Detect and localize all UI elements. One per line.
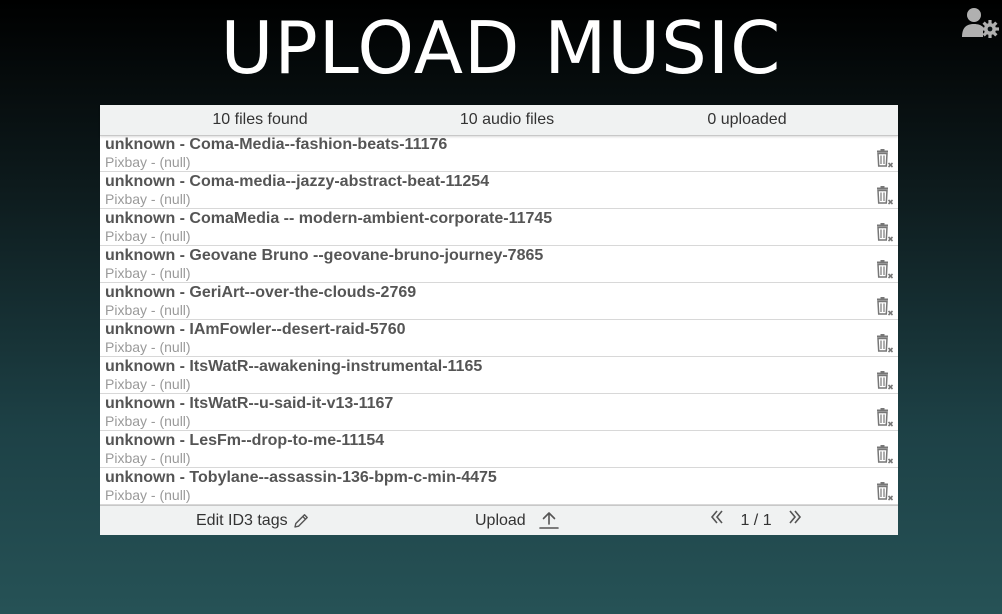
trash-delete-icon [877,260,894,279]
file-row[interactable]: unknown - GeriArt--over-the-clouds-2769 … [100,283,898,320]
edit-id3-tags-button[interactable]: Edit ID3 tags [196,506,310,536]
footer-bar: Edit ID3 tags Upload 1 / 1 [100,505,898,535]
edit-id3-tags-label: Edit ID3 tags [196,512,288,529]
delete-file-button[interactable] [876,297,894,317]
file-row[interactable]: unknown - ItsWatR--u-said-it-v13-1167 Pi… [100,394,898,431]
file-title: unknown - IAmFowler--desert-raid-5760 [105,321,406,338]
file-title: unknown - LesFm--drop-to-me-11154 [105,432,385,449]
pencil-icon [294,514,308,528]
trash-delete-icon [877,445,894,464]
file-subtitle: Pixbay - (null) [105,339,191,355]
trash-delete-icon [877,408,894,427]
file-subtitle: Pixbay - (null) [105,302,191,318]
files-found-count: 10 files found [212,111,308,128]
trash-delete-icon [877,223,894,242]
delete-file-button[interactable] [876,149,894,169]
delete-file-button[interactable] [876,371,894,391]
file-row[interactable]: unknown - LesFm--drop-to-me-11154 Pixbay… [100,431,898,468]
file-subtitle: Pixbay - (null) [105,487,191,503]
trash-delete-icon [877,371,894,390]
double-chevron-left-icon [710,510,723,524]
file-subtitle: Pixbay - (null) [105,376,191,392]
file-title: unknown - Geovane Bruno --geovane-bruno-… [105,247,544,264]
delete-file-button[interactable] [876,445,894,465]
file-row[interactable]: unknown - Geovane Bruno --geovane-bruno-… [100,246,898,283]
file-subtitle: Pixbay - (null) [105,413,191,429]
audio-files-count: 10 audio files [459,111,555,128]
file-title: unknown - ItsWatR--u-said-it-v13-1167 [105,395,394,412]
delete-file-button[interactable] [876,260,894,280]
file-subtitle: Pixbay - (null) [105,191,191,207]
delete-file-button[interactable] [876,482,894,502]
previous-page-button[interactable] [710,506,724,536]
file-list: unknown - Coma-Media--fashion-beats-1117… [100,135,898,505]
file-subtitle: Pixbay - (null) [105,154,191,170]
page-indicator: 1 / 1 [740,512,772,529]
file-title: unknown - ItsWatR--awakening-instrumenta… [105,358,483,375]
file-title: unknown - Tobylane--assassin-136-bpm-c-m… [105,469,497,486]
file-title: unknown - ComaMedia -- modern-ambient-co… [105,210,553,227]
file-title: unknown - Coma-media--jazzy-abstract-bea… [105,173,490,190]
user-settings-button[interactable] [961,7,1001,39]
upload-button[interactable]: Upload [475,506,562,536]
file-subtitle: Pixbay - (null) [105,450,191,466]
file-row[interactable]: unknown - ComaMedia -- modern-ambient-co… [100,209,898,246]
delete-file-button[interactable] [876,186,894,206]
file-row[interactable]: unknown - Coma-Media--fashion-beats-1117… [100,135,898,172]
page-title: UPLOAD MUSIC [220,6,782,90]
user-gear-icon [962,8,999,38]
delete-file-button[interactable] [876,408,894,428]
trash-delete-icon [877,297,894,316]
trash-delete-icon [877,334,894,353]
upload-icon [539,512,559,529]
file-title: unknown - GeriArt--over-the-clouds-2769 [105,284,417,301]
upload-panel: 10 files found 10 audio files 0 uploaded… [100,105,898,535]
upload-label: Upload [475,512,526,529]
trash-delete-icon [877,149,894,168]
delete-file-button[interactable] [876,334,894,354]
next-page-button[interactable] [788,506,802,536]
trash-delete-icon [877,482,894,501]
file-title: unknown - Coma-Media--fashion-beats-1117… [105,136,448,153]
file-subtitle: Pixbay - (null) [105,228,191,244]
file-row[interactable]: unknown - IAmFowler--desert-raid-5760 Pi… [100,320,898,357]
file-subtitle: Pixbay - (null) [105,265,191,281]
pagination: 1 / 1 [710,506,802,536]
file-row[interactable]: unknown - Tobylane--assassin-136-bpm-c-m… [100,468,898,505]
uploaded-count: 0 uploaded [707,111,787,128]
stats-bar: 10 files found 10 audio files 0 uploaded [100,105,898,136]
trash-delete-icon [877,186,894,205]
file-row[interactable]: unknown - ItsWatR--awakening-instrumenta… [100,357,898,394]
file-row[interactable]: unknown - Coma-media--jazzy-abstract-bea… [100,172,898,209]
delete-file-button[interactable] [876,223,894,243]
double-chevron-right-icon [789,510,802,524]
